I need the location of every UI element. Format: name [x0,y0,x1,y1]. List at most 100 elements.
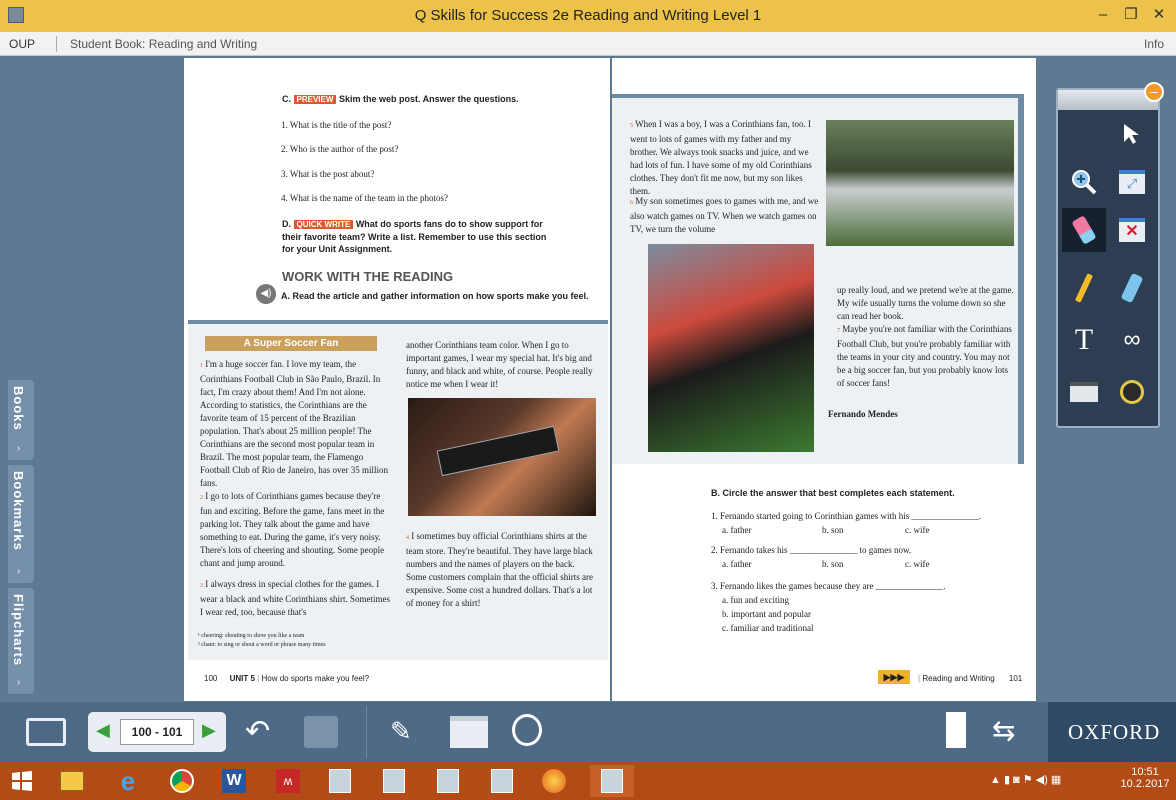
quick-write-badge: QUICK WRITE [293,220,354,229]
chrome-icon[interactable] [162,765,202,797]
eraser-icon[interactable] [1062,208,1106,252]
pen-icon[interactable] [1062,266,1106,310]
paragraph-5: 5 When I was a boy, I was a Corinthians … [630,118,820,198]
toolbar-divider [366,706,367,758]
paragraph-2: 2 I go to lots of Corinthians games beca… [200,490,390,570]
article-panel: A Super Soccer Fan 1 I'm a huge soccer f… [188,320,608,660]
minimize-panel-button[interactable]: – [1144,82,1164,102]
window-icon[interactable] [450,716,488,748]
file-explorer-icon[interactable] [52,765,92,797]
oup-reader-icon[interactable] [374,765,414,797]
windows-taskbar: e W ʍ ▲ ▮ ◙ ⚑ ◀) ▦ 10:51 10.2.2017 [0,762,1176,800]
chevron-right-icon: › [17,443,21,454]
word-icon[interactable]: W [214,765,254,797]
page-navigator: ◀ 100 - 101 ▶ [88,712,226,752]
publisher-label[interactable]: OUP [9,37,35,51]
flipchart-icon[interactable] [946,712,966,748]
title-bar: Q Skills for Success 2e Reading and Writ… [0,0,1176,32]
oxford-brand-area: OXFORD [1048,702,1176,762]
paragraph-7: 7 Maybe you're not familiar with the Cor… [837,323,1017,390]
page-number: 101 [1008,674,1023,683]
restore-button[interactable]: ❐ [1118,4,1144,26]
spotlight-icon[interactable] [1110,370,1154,414]
next-page-button[interactable]: ▶ [202,720,216,741]
b-option: a. fun and exciting [722,595,789,605]
swap-arrows-icon[interactable]: ⇆ [992,714,1015,747]
system-tray-icons[interactable]: ▲ ▮ ◙ ⚑ ◀) ▦ [990,773,1061,786]
paragraph-continued: another Corinthians team color. When I g… [406,340,593,389]
b-question: 1. Fernando started going to Corinthian … [711,511,982,521]
audio-icon[interactable]: ◀) [256,284,276,304]
b-option: a. father [722,559,752,569]
menu-bar: OUP Student Book: Reading and Writing In… [0,32,1176,56]
start-button[interactable] [2,765,42,797]
players-photo [648,244,814,452]
books-tab-label: Books [11,386,26,431]
right-page-footer: | Reading and Writing 101 [918,674,1023,683]
page-number: 100 [204,674,218,683]
screen-shade-icon[interactable] [1062,370,1106,414]
internet-explorer-icon[interactable]: e [108,765,148,797]
link-icon[interactable]: ∞ [1110,318,1154,362]
b-option: a. father [722,525,752,535]
flipcharts-tab-label: Flipcharts [11,594,26,667]
info-link[interactable]: Info [1144,37,1164,51]
b-question: 2. Fernando takes his _______________ to… [711,545,912,555]
previous-page-button[interactable]: ◀ [96,720,110,741]
oup-reader-active-icon[interactable] [590,765,634,797]
clock[interactable]: 10:51 10.2.2017 [1118,766,1172,790]
b-option: c. familiar and traditional [722,623,814,633]
article-continued-panel: 5 When I was a boy, I was a Corinthians … [612,94,1024,464]
paragraph-7-text: Maybe you're not familiar with the Corin… [837,324,1012,388]
chevron-right-icon: › [17,677,21,688]
pointer-icon[interactable] [1110,112,1154,156]
book-icon[interactable] [26,718,66,746]
section-c-heading: C. PREVIEW Skim the web post. Answer the… [282,94,519,104]
page-range-input[interactable]: 100 - 101 [120,719,194,745]
oxford-logo: OXFORD [1068,720,1161,744]
paragraph-number: 3 [200,583,203,589]
oup-reader-icon[interactable] [428,765,468,797]
section-a-instruction: A. Read the article and gather informati… [281,291,589,301]
left-page-footer: 100 UNIT 5 | How do sports make you feel… [204,674,370,683]
oup-reader-icon[interactable] [482,765,522,797]
work-with-reading-heading: WORK WITH THE READING [282,269,454,284]
paragraph-6-text: My son sometimes goes to games with me, … [630,196,819,234]
c-question: 3. What is the post about? [281,169,375,179]
oup-reader-icon[interactable] [320,765,360,797]
fans-photo [408,398,596,516]
paragraph-1-text: I'm a huge soccer fan. I love my team, t… [200,359,388,488]
firefox-icon[interactable] [534,765,574,797]
flip-page-icon[interactable] [304,716,338,748]
minimize-button[interactable]: – [1090,4,1116,26]
app-m-icon[interactable]: ʍ [268,765,308,797]
paragraph-number: 7 [837,328,840,334]
c-question: 1. What is the title of the post? [281,120,392,130]
paragraph-3-text: I always dress in special clothes for th… [200,579,390,617]
close-button[interactable]: ✕ [1144,4,1174,26]
b-option: b. son [822,559,844,569]
zoom-icon[interactable] [1062,160,1106,204]
stopwatch-icon[interactable] [512,714,542,746]
back-arrow-icon[interactable]: ↶ [245,714,270,749]
paragraph-number: 6 [630,200,633,206]
annotate-pencil-icon[interactable]: ✎ [390,716,412,747]
window-title: Q Skills for Success 2e Reading and Writ… [414,7,762,24]
article-title: A Super Soccer Fan [205,336,377,351]
left-page: C. PREVIEW Skim the web post. Answer the… [184,58,610,701]
paragraph-3: 3 I always dress in special clothes for … [200,578,390,619]
bookmarks-tab[interactable]: Bookmarks › [8,465,34,583]
panel-drag-handle[interactable] [1058,90,1158,110]
books-tab[interactable]: Books › [8,380,34,460]
section-d-label: D. [282,219,291,229]
zoom-window-icon[interactable]: ⤢ [1110,160,1154,204]
highlighter-icon[interactable] [1110,266,1154,310]
footnote: ¹ cheering: shouting to show you like a … [198,633,305,639]
c-question: 4. What is the name of the team in the p… [281,193,449,203]
right-page: 5 When I was a boy, I was a Corinthians … [612,58,1036,701]
text-tool-icon[interactable]: T [1062,318,1106,362]
unit-label: UNIT 5 [229,674,255,683]
clear-all-icon[interactable]: ✕ [1110,208,1154,252]
paragraph-4-text: I sometimes buy official Corinthians shi… [406,531,594,608]
flipcharts-tab[interactable]: Flipcharts › [8,588,34,694]
